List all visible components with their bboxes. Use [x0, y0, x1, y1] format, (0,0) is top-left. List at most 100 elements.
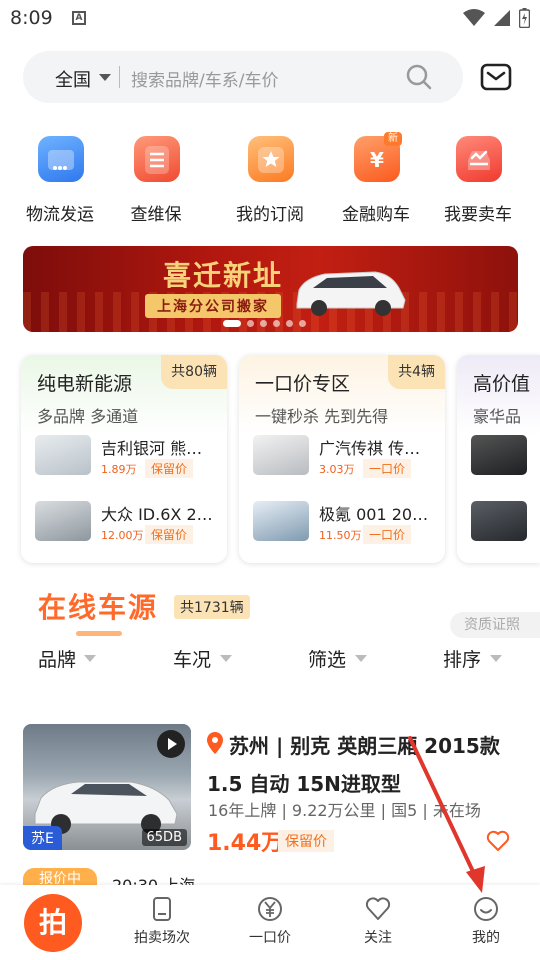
- license-region-badge: 苏E: [23, 826, 62, 850]
- nav-auction-sessions[interactable]: 拍卖场次: [117, 895, 207, 947]
- carousel-dot[interactable]: [299, 320, 306, 327]
- zone-item-name: 大众 ID.6X 2…: [101, 505, 211, 524]
- document-icon: [153, 897, 171, 921]
- zone-item-tag: 保留价: [145, 459, 194, 478]
- zone-count-badge: 共80辆: [161, 355, 227, 389]
- auction-button[interactable]: 拍: [24, 894, 82, 952]
- section-title: 在线车源: [38, 591, 159, 624]
- quick-link-maintenance[interactable]: 查维保: [108, 132, 204, 232]
- nav-label: 拍卖场次: [134, 930, 190, 946]
- zone-item-name: 广汽传祺 传…: [319, 439, 421, 458]
- signal-icon: [494, 10, 510, 26]
- zone-card-fixed-price[interactable]: 一口价专区 一键秒杀 先到先得 共4辆 广汽传祺 传… 3.03万 一口价 极氪…: [239, 355, 445, 563]
- carousel-dot[interactable]: [260, 320, 267, 327]
- nav-fixed-price[interactable]: 一口价: [225, 895, 315, 947]
- listing-code: 65DB: [141, 829, 187, 846]
- play-video-icon[interactable]: [157, 730, 185, 758]
- wifi-icon: [463, 9, 485, 26]
- zone-item[interactable]: 大众 ID.6X 2… 12.00万 保留价: [35, 501, 221, 545]
- yen-symbol: ¥: [370, 148, 384, 172]
- divider: [119, 66, 120, 88]
- car-thumbnail: [35, 501, 91, 541]
- zone-subtitle: 豪华品: [473, 407, 522, 426]
- zone-item-tag: 保留价: [145, 525, 194, 544]
- carousel-dot[interactable]: [247, 320, 254, 327]
- region-selector[interactable]: 全国: [55, 66, 91, 92]
- search-bar[interactable]: 全国 搜索品牌/车系/车价: [23, 51, 463, 103]
- listing-image[interactable]: 苏E 65DB: [23, 724, 191, 850]
- status-icons: [463, 8, 530, 28]
- favorite-heart-icon[interactable]: [486, 830, 510, 852]
- chevron-down-icon: [220, 655, 232, 662]
- app-notification-icon: A: [72, 11, 86, 25]
- search-input[interactable]: 搜索品牌/车系/车价: [131, 66, 278, 91]
- zone-item[interactable]: 吉利银河 熊… 1.89万 保留价: [35, 435, 221, 479]
- zone-card-high-value[interactable]: 高价值 豪华品: [457, 355, 540, 563]
- zone-item[interactable]: 极氪 001 20… 11.50万 一口价: [253, 501, 439, 545]
- status-bar: 8:09 A: [0, 0, 540, 36]
- zone-title: 高价值: [473, 373, 531, 395]
- zone-subtitle: 一键秒杀 先到先得: [255, 407, 389, 426]
- zone-item-price: 3.03万: [319, 463, 355, 476]
- star-icon: [248, 136, 294, 182]
- chevron-down-icon: [84, 655, 96, 662]
- nav-label: 关注: [364, 930, 392, 946]
- zone-item-tag: 一口价: [363, 525, 412, 544]
- banner-title: 喜迁新址: [163, 259, 284, 292]
- zone-item-name: 吉利银河 熊…: [101, 439, 203, 458]
- yen-icon: [258, 897, 282, 921]
- zone-item-price: 1.89万: [101, 463, 137, 476]
- quick-link-finance[interactable]: ¥ 新 金融购车: [328, 132, 424, 232]
- banner-car-image: [296, 271, 406, 316]
- nav-follow[interactable]: 关注: [333, 895, 423, 947]
- car-thumbnail: [35, 435, 91, 475]
- quick-link-subscription[interactable]: 我的订阅: [222, 132, 318, 232]
- quick-link-sell-car[interactable]: 我要卖车: [430, 132, 526, 232]
- nav-label: 我的: [472, 930, 500, 946]
- zone-title: 一口价专区: [255, 373, 351, 395]
- filter-sort[interactable]: 排序: [443, 645, 481, 672]
- quick-link-label: 我要卖车: [444, 205, 512, 225]
- zone-count-badge: 共4辆: [388, 355, 445, 389]
- promo-banner[interactable]: 喜迁新址 上海分公司搬家: [23, 246, 518, 332]
- mail-icon[interactable]: [480, 62, 512, 92]
- qualification-link[interactable]: 资质证照: [450, 612, 540, 638]
- carousel-dot[interactable]: [286, 320, 293, 327]
- zone-item-price: 11.50万: [319, 529, 362, 542]
- quick-link-logistics[interactable]: 物流发运: [12, 132, 108, 232]
- carousel-dot[interactable]: [273, 320, 280, 327]
- banner-subtitle: 上海分公司搬家: [145, 294, 281, 318]
- quick-link-label: 物流发运: [26, 205, 94, 225]
- car-thumbnail: [253, 435, 309, 475]
- quick-link-label: 查维保: [130, 205, 182, 225]
- chevron-down-icon: [490, 655, 502, 662]
- zone-card-ev[interactable]: 纯电新能源 多品牌 多通道 共80辆 吉利银河 熊… 1.89万 保留价 大众 …: [21, 355, 227, 563]
- chevron-down-icon: [355, 655, 367, 662]
- filter-filter[interactable]: 筛选: [308, 645, 346, 672]
- new-badge: 新: [384, 132, 402, 146]
- zone-item-price: 12.00万: [101, 529, 144, 542]
- nav-mine[interactable]: 我的: [441, 895, 531, 947]
- car-thumbnail: [471, 501, 527, 541]
- zone-item-name: 极氪 001 20…: [319, 505, 429, 524]
- zone-subtitle: 多品牌 多通道: [37, 407, 139, 426]
- zone-item-tag: 一口价: [363, 459, 412, 478]
- listing-title[interactable]: 苏州 | 别克 英朗三厢 2015款 1.5 自动 15N进取型: [207, 727, 517, 803]
- chevron-down-icon: [99, 74, 111, 81]
- car-thumbnail: [253, 501, 309, 541]
- section-count-badge: 共1731辆: [174, 595, 250, 619]
- listing-price-tag: 保留价: [278, 830, 334, 852]
- car-sell-icon: [456, 136, 502, 182]
- car-thumbnail: [471, 435, 527, 475]
- carousel-indicator: [223, 320, 306, 327]
- zone-item[interactable]: 广汽传祺 传… 3.03万 一口价: [253, 435, 439, 479]
- heart-icon: [365, 897, 391, 920]
- filter-condition[interactable]: 车况: [173, 645, 211, 672]
- section-underline: [76, 631, 122, 636]
- carousel-dot[interactable]: [223, 320, 241, 327]
- filter-brand[interactable]: 品牌: [38, 645, 76, 672]
- search-icon[interactable]: [405, 63, 433, 91]
- report-icon: [134, 136, 180, 182]
- zone-title: 纯电新能源: [37, 373, 133, 395]
- car-photo: [34, 781, 178, 834]
